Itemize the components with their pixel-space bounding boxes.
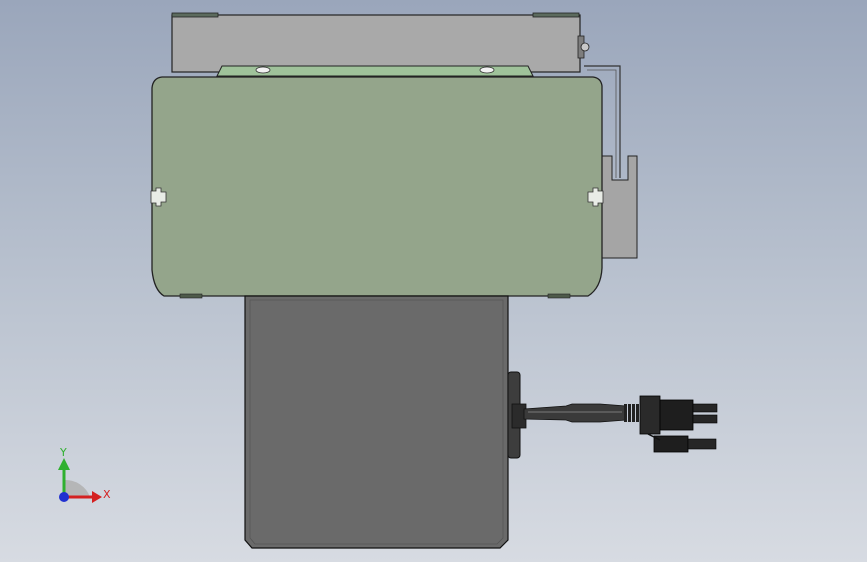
top-plate-left-tab bbox=[171, 12, 219, 18]
triad-z-axis bbox=[59, 492, 69, 502]
top-plate-right-tab bbox=[532, 12, 580, 18]
lower-housing[interactable] bbox=[244, 295, 509, 549]
connector-housing bbox=[639, 395, 661, 435]
side-bracket[interactable] bbox=[599, 155, 638, 259]
cable-connector[interactable] bbox=[639, 395, 718, 453]
cad-model-view[interactable]: Y X bbox=[0, 0, 867, 562]
clamp-screw-left bbox=[255, 66, 271, 74]
triad-y-label: Y bbox=[59, 446, 67, 459]
cable-gland[interactable] bbox=[507, 371, 527, 459]
side-screw-cap bbox=[580, 42, 590, 52]
coordinate-triad: Y X bbox=[58, 446, 111, 503]
triad-x-label: X bbox=[103, 488, 111, 501]
cad-graphics-viewport[interactable]: Y X bbox=[0, 0, 867, 562]
connector-upper-pin-a bbox=[692, 403, 718, 413]
lower-housing-body bbox=[244, 295, 509, 549]
connector-upper-pin-b bbox=[692, 414, 718, 424]
strain-relief-spring bbox=[624, 404, 639, 422]
cable[interactable] bbox=[523, 403, 639, 423]
connector-lower-pin bbox=[687, 438, 717, 450]
clamp-strip[interactable] bbox=[216, 65, 534, 77]
connector-lower-body bbox=[653, 435, 689, 453]
cover-foot-left bbox=[179, 293, 203, 299]
green-cover-body bbox=[151, 76, 603, 297]
top-plate[interactable] bbox=[171, 12, 590, 73]
cover-foot-right bbox=[547, 293, 571, 299]
clamp-screw-right bbox=[479, 66, 495, 74]
top-plate-body bbox=[171, 14, 581, 73]
green-cover[interactable] bbox=[150, 76, 604, 299]
triad-y-arrow bbox=[58, 458, 70, 470]
cable-body bbox=[523, 403, 627, 423]
triad-x-arrow bbox=[92, 491, 102, 503]
connector-upper-body bbox=[659, 399, 694, 431]
side-bracket-body bbox=[599, 155, 638, 259]
